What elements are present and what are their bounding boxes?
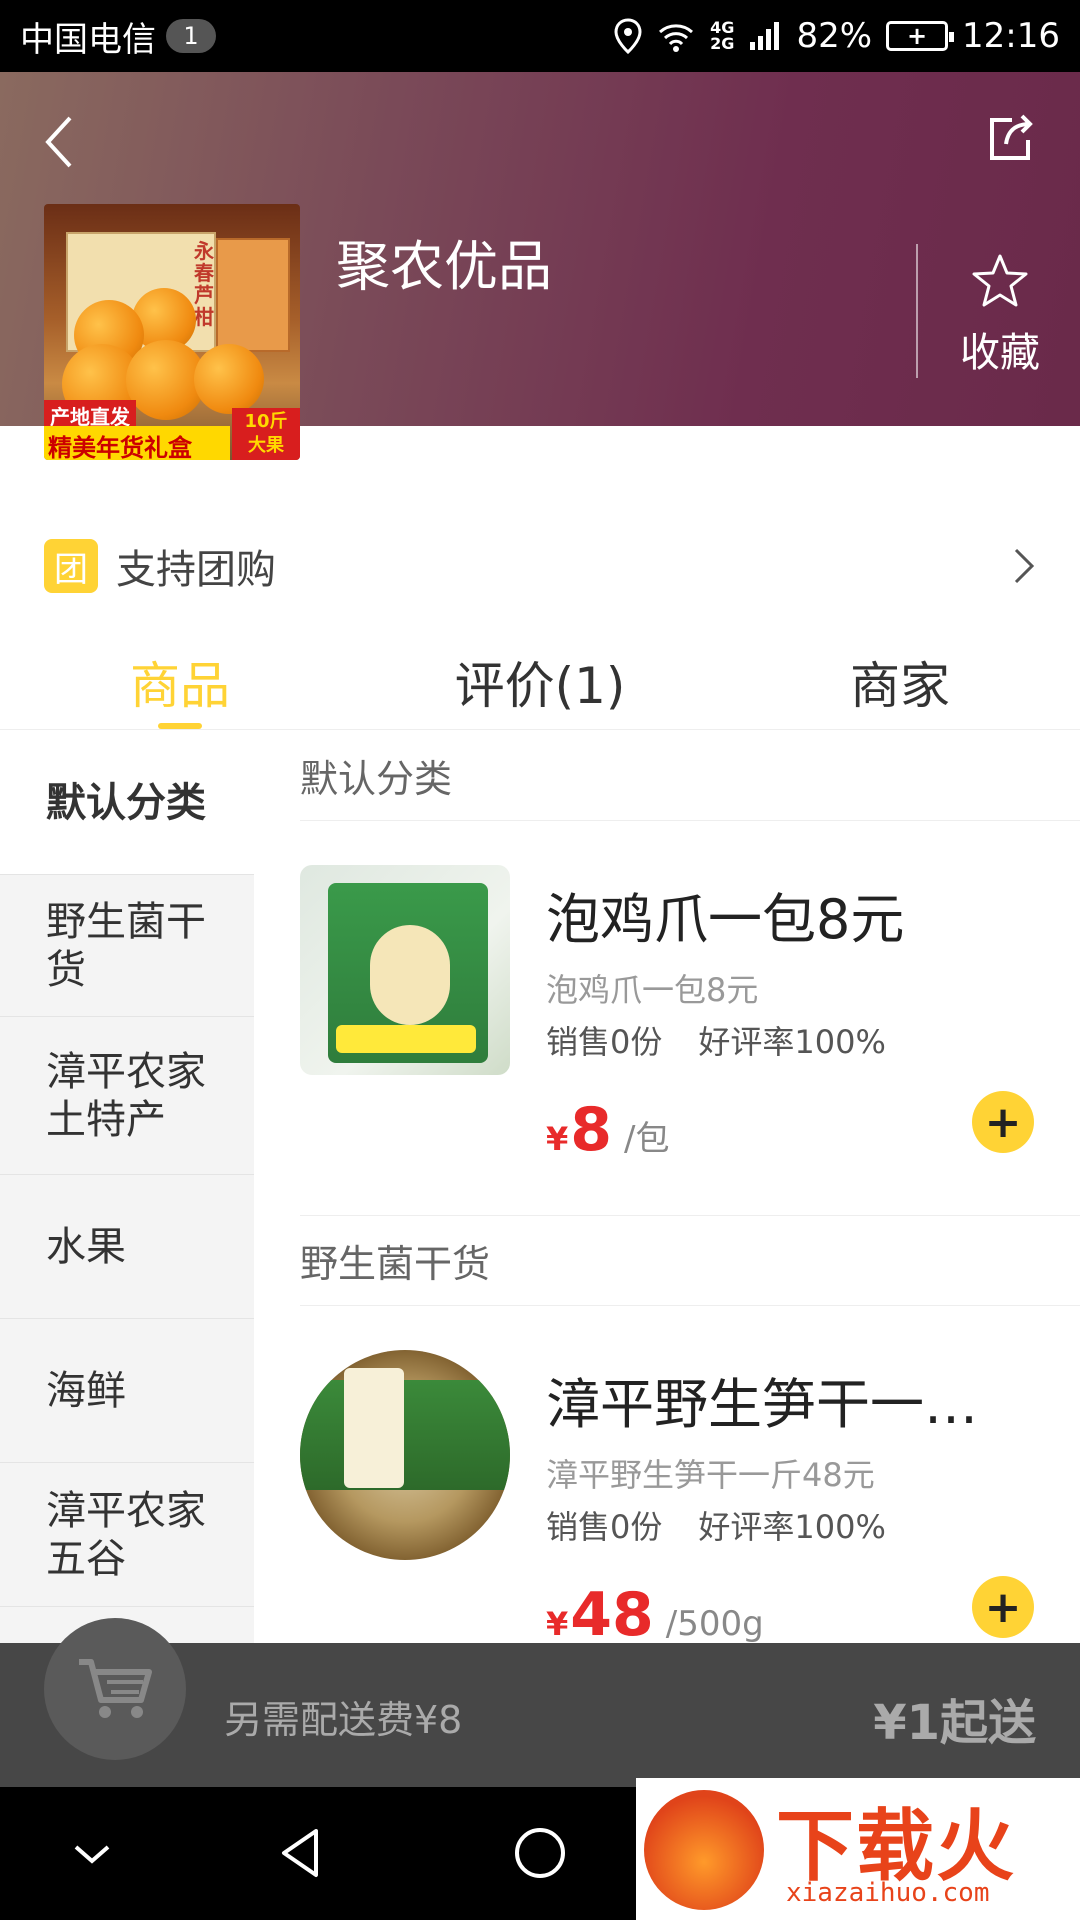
logo-orange: [194, 344, 264, 414]
product-price: ¥ 48 /500g: [546, 1580, 764, 1643]
product-package-band: [300, 1380, 510, 1490]
product-stats: 销售0份 好评率100%: [546, 1502, 886, 1548]
collapse-icon[interactable]: [62, 1823, 122, 1883]
group-buy-label: 支持团购: [116, 547, 276, 593]
logo-tag-weight-text: 10斤: [244, 411, 288, 432]
battery-percent: 82%: [796, 16, 873, 56]
back-icon[interactable]: [40, 112, 80, 172]
favorite-button[interactable]: 收藏: [950, 252, 1050, 378]
watermark-fire-icon: [644, 1790, 764, 1910]
category-item-default[interactable]: 默认分类: [0, 731, 254, 875]
product-price: ¥ 8 /包: [546, 1095, 669, 1165]
store-logo: 永春芦柑 产地直发 精美年货礼盒 10斤 大果: [44, 204, 300, 460]
carrier-name: 中国电信: [20, 19, 156, 60]
tab-merchant[interactable]: 商家: [720, 630, 1080, 729]
product-card[interactable]: 泡鸡爪一包8元 泡鸡爪一包8元 销售0份 好评率100% ¥ 8 /包 +: [300, 821, 1080, 1216]
group-buy-row[interactable]: 团 支持团购: [0, 528, 1080, 604]
product-rating: 好评率100%: [698, 1508, 886, 1546]
section-header: 野生菌干货: [300, 1216, 1080, 1306]
add-to-cart-button[interactable]: +: [972, 1091, 1034, 1153]
product-image: [300, 1350, 510, 1560]
product-label: [336, 1025, 476, 1053]
category-sidebar: 默认分类 野生菌干货 漳平农家土特产 水果 海鲜 漳平农家五谷: [0, 731, 254, 1643]
tab-products[interactable]: 商品: [0, 630, 360, 729]
cart-button[interactable]: [44, 1618, 186, 1760]
category-item-fruit[interactable]: 水果: [0, 1175, 254, 1319]
tab-reviews[interactable]: 评价(1): [360, 630, 720, 729]
product-card[interactable]: 漳平野生笋干一… 漳平野生笋干一斤48元 销售0份 好评率100% ¥ 48 /5…: [300, 1306, 1080, 1643]
nav-back-icon[interactable]: [272, 1823, 332, 1883]
logo-bag: [216, 238, 290, 352]
header-divider: [916, 244, 918, 378]
tab-bar: 商品 评价(1) 商家: [0, 630, 1080, 730]
product-food: [370, 925, 450, 1025]
share-icon[interactable]: [982, 110, 1038, 166]
category-item-local-specialty[interactable]: 漳平农家土特产: [0, 1017, 254, 1175]
chevron-right-icon: [1014, 548, 1035, 584]
logo-tag-gift: 精美年货礼盒: [44, 426, 230, 460]
product-subtitle: 泡鸡爪一包8元: [546, 971, 759, 1009]
logo-tag-size-text: 大果: [248, 435, 284, 456]
product-name: 泡鸡爪一包8元: [546, 888, 905, 951]
delivery-fee-text: 另需配送费¥8: [224, 1698, 463, 1742]
price-currency: ¥: [546, 1120, 569, 1158]
carrier-info: 中国电信 1: [20, 12, 216, 61]
group-buy-icon: 团: [44, 539, 98, 593]
category-item-seafood[interactable]: 海鲜: [0, 1319, 254, 1463]
status-icons: 4G 2G 82% + 12:16: [614, 16, 1060, 56]
network-type: 4G 2G: [710, 20, 734, 52]
product-sales: 销售0份: [546, 1508, 663, 1546]
product-image: [300, 865, 510, 1075]
watermark-url: xiazaihuo.com: [786, 1878, 990, 1908]
product-subtitle: 漳平野生笋干一斤48元: [546, 1456, 875, 1494]
shopping-cart-icon: [79, 1659, 152, 1718]
clock: 12:16: [962, 16, 1060, 56]
category-item-grains[interactable]: 漳平农家五谷: [0, 1463, 254, 1607]
network-2g: 2G: [710, 34, 735, 53]
section-header: 默认分类: [300, 731, 1080, 821]
wifi-icon: [659, 24, 694, 52]
favorite-label: 收藏: [960, 330, 1040, 376]
product-rating: 好评率100%: [698, 1023, 886, 1061]
nav-home-icon[interactable]: [510, 1823, 570, 1883]
price-value: 8: [570, 1095, 613, 1165]
product-stats: 销售0份 好评率100%: [546, 1017, 886, 1063]
product-list: 默认分类 泡鸡爪一包8元 泡鸡爪一包8元 销售0份 好评率100% ¥ 8 /包 …: [300, 731, 1080, 1643]
price-unit: /500g: [665, 1604, 764, 1643]
battery-icon: +: [886, 21, 955, 51]
notification-badge: 1: [166, 19, 216, 53]
star-icon: [972, 254, 1028, 307]
location-icon: [614, 18, 642, 54]
store-name: 聚农优品: [336, 235, 552, 298]
logo-tag-weight: 10斤 大果: [232, 408, 300, 460]
signal-icon: [750, 22, 780, 50]
status-bar: 中国电信 1 4G 2G 82% + 12:16: [0, 0, 1080, 72]
product-sales: 销售0份: [546, 1023, 663, 1061]
minimum-order-button[interactable]: ¥1起送: [873, 1683, 1036, 1753]
price-value: 48: [570, 1580, 654, 1643]
category-item-wild-mushroom[interactable]: 野生菌干货: [0, 875, 254, 1017]
add-to-cart-button[interactable]: +: [972, 1576, 1034, 1638]
product-name: 漳平野生笋干一…: [546, 1373, 978, 1436]
price-unit: /包: [624, 1119, 670, 1159]
watermark-logo: 下载火 xiazaihuo.com: [636, 1778, 1080, 1920]
logo-box-label: 永春芦柑: [194, 239, 214, 329]
price-currency: ¥: [546, 1605, 569, 1643]
product-package-label: [344, 1368, 404, 1488]
